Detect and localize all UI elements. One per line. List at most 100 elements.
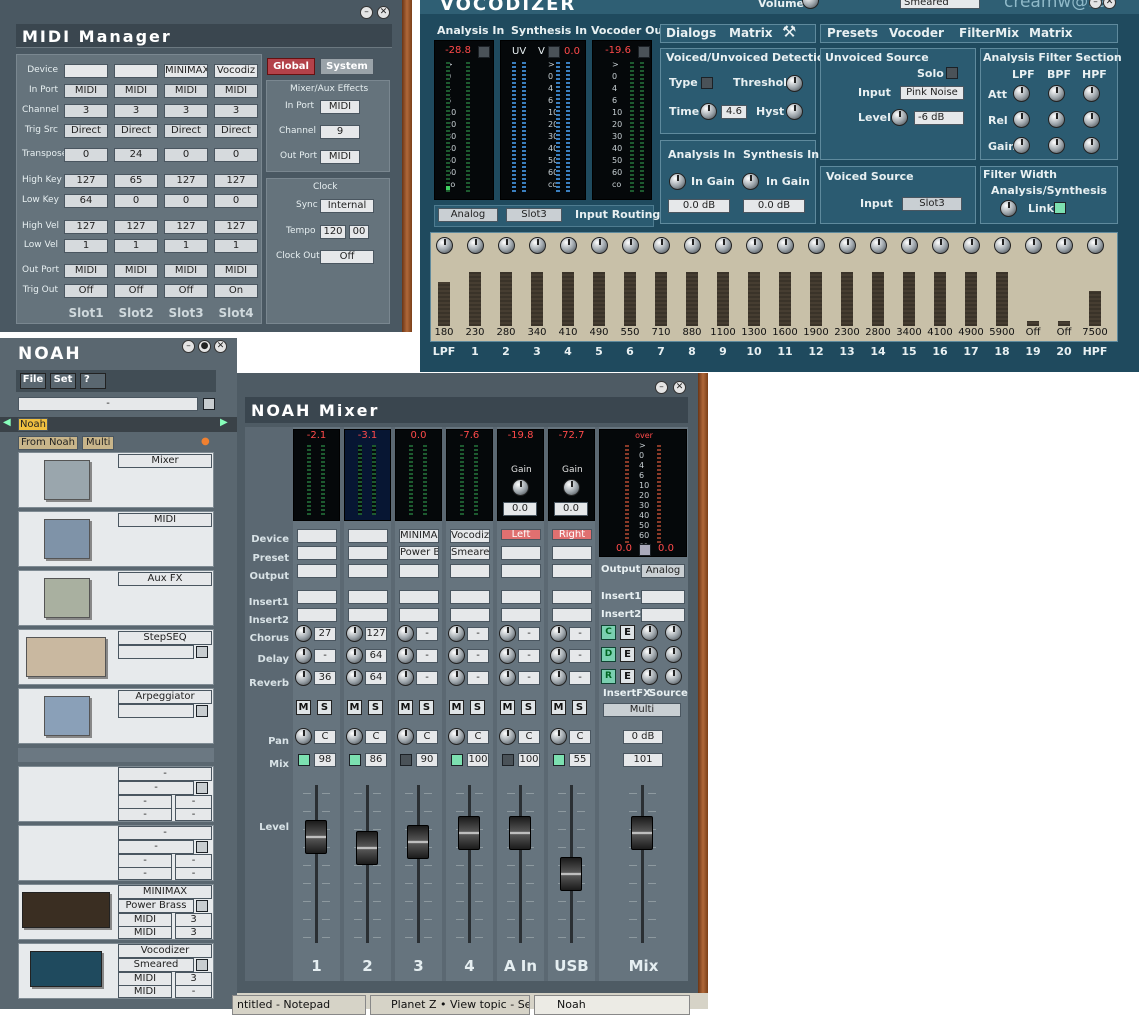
noah-slot-name[interactable]: Aux FX <box>118 572 212 586</box>
ch-3-output-field[interactable] <box>399 564 439 578</box>
ch-usb-fader-cap[interactable] <box>560 856 582 891</box>
ch-a-in-pan-knob[interactable] <box>499 728 516 745</box>
slot3-device-field[interactable]: MINIMAX <box>164 64 208 78</box>
device-port2[interactable]: MIDI <box>118 926 172 939</box>
ch-3-preset-field[interactable]: Power B <box>399 546 439 560</box>
ch-usb-mix-field[interactable]: 55 <box>569 753 591 767</box>
band-16-bar[interactable] <box>934 272 946 326</box>
ch-a-in-delay-field[interactable]: - <box>518 649 540 663</box>
ch-2-fader-cap[interactable] <box>356 830 378 865</box>
ch-1-chorus-knob[interactable] <box>295 625 312 642</box>
vocoder-out-clip-button[interactable] <box>638 46 650 58</box>
close-icon[interactable]: ✕ <box>214 340 227 353</box>
ch-2-device-field[interactable] <box>348 529 388 543</box>
band-17-knob[interactable] <box>963 237 980 254</box>
ch-4-mix-field[interactable]: 100 <box>467 753 489 767</box>
slot2-low-key-field[interactable]: 0 <box>114 194 158 208</box>
ch-2-mix-toggle[interactable] <box>349 754 361 766</box>
ch-1-delay-knob[interactable] <box>295 647 312 664</box>
ch-a-in-output-field[interactable] <box>501 564 541 578</box>
noah-slot-name[interactable]: MIDI <box>118 513 212 527</box>
master-fader-cap[interactable] <box>631 816 653 850</box>
ch-1-delay-field[interactable]: - <box>314 649 336 663</box>
right-arrow-icon[interactable]: ▶ <box>220 417 228 428</box>
ch-4-mute-button[interactable]: M <box>449 700 464 715</box>
slot3-transpose-field[interactable]: 0 <box>164 148 208 162</box>
band-11-bar[interactable] <box>779 272 791 326</box>
synthesis-in-gain-knob[interactable] <box>742 173 759 190</box>
slot4-out-port-field[interactable]: MIDI <box>214 264 258 278</box>
device-channel2[interactable]: - <box>175 985 212 998</box>
slot4-trig-src-field[interactable]: Direct <box>214 124 258 138</box>
voiced-input-field[interactable]: Slot3 <box>902 197 962 211</box>
band-1-bar[interactable] <box>469 272 481 326</box>
master-r_btn-fx-knob[interactable] <box>641 668 658 685</box>
slot2-in-port-field[interactable]: MIDI <box>114 84 158 98</box>
ch-2-pan-knob[interactable] <box>346 728 363 745</box>
ch-1-insert1-field[interactable] <box>297 590 337 604</box>
empty-slot-preset[interactable]: - <box>118 840 194 854</box>
tab-matrix-left[interactable]: Matrix <box>729 26 773 40</box>
ch-usb-delay-knob[interactable] <box>550 647 567 664</box>
slot1-channel-field[interactable]: 3 <box>64 104 108 118</box>
ch-3-mix-toggle[interactable] <box>400 754 412 766</box>
routing-slot-field[interactable]: Slot3 <box>506 208 562 222</box>
slot1-device-field[interactable] <box>64 64 108 78</box>
tab-vocoder[interactable]: Vocoder <box>889 26 944 40</box>
ch-usb-pan-knob[interactable] <box>550 728 567 745</box>
master-d-edit-button[interactable]: E <box>620 647 635 662</box>
band-13-knob[interactable] <box>839 237 856 254</box>
slot1-low-vel-field[interactable]: 1 <box>64 239 108 253</box>
synthesis-gain-field[interactable]: 0.0 dB <box>743 199 805 213</box>
solo-button[interactable] <box>946 67 958 79</box>
taskbar-planet-z[interactable]: Planet Z • View topic - Se... <box>370 995 530 1015</box>
band-hpf-bar[interactable] <box>1089 290 1101 326</box>
device-edit-button[interactable] <box>196 900 208 912</box>
slot1-high-key-field[interactable]: 127 <box>64 174 108 188</box>
slot2-device-field[interactable] <box>114 64 158 78</box>
empty-slot-port2[interactable]: - <box>118 808 172 821</box>
ch-3-insert2-field[interactable] <box>399 608 439 622</box>
master-insert1-field[interactable] <box>641 590 685 604</box>
slot3-high-vel-field[interactable]: 127 <box>164 220 208 234</box>
ch-usb-output-field[interactable] <box>552 564 592 578</box>
band-8-bar[interactable] <box>686 272 698 326</box>
sync-field[interactable]: Internal <box>320 199 374 213</box>
ch-2-chorus-field[interactable]: 127 <box>365 627 387 641</box>
filter-bpf-gain-knob[interactable] <box>1048 137 1065 154</box>
device-edit-button[interactable] <box>196 959 208 971</box>
global-button[interactable]: Global <box>267 58 315 75</box>
preset-field[interactable]: Smeared <box>900 0 980 9</box>
ch-a-in-delay-knob[interactable] <box>499 647 516 664</box>
slot3-low-vel-field[interactable]: 1 <box>164 239 208 253</box>
device-preset[interactable]: Smeared <box>118 958 194 972</box>
top-field[interactable]: - <box>18 397 198 411</box>
master-r_btn-button[interactable]: R <box>601 669 616 684</box>
master-db-field[interactable]: 0 dB <box>623 730 663 744</box>
ch-usb-reverb-knob[interactable] <box>550 669 567 686</box>
ch-4-reverb-knob[interactable] <box>448 669 465 686</box>
close-icon[interactable]: ✕ <box>673 381 686 394</box>
ch-usb-insert2-field[interactable] <box>552 608 592 622</box>
master-r_btn-edit-button[interactable]: E <box>620 669 635 684</box>
ch-a-in-reverb-knob[interactable] <box>499 669 516 686</box>
ch-4-fader-cap[interactable] <box>458 816 480 850</box>
slot4-device-field[interactable]: Vocodiz <box>214 64 258 78</box>
ch-a-in-fader-cap[interactable] <box>509 816 531 850</box>
band-11-knob[interactable] <box>777 237 794 254</box>
noah-slot-name[interactable]: StepSEQ <box>118 631 212 645</box>
empty-slot-edit-button[interactable] <box>196 841 208 853</box>
ch-1-reverb-field[interactable]: 36 <box>314 671 336 685</box>
minimize-icon[interactable]: – <box>655 381 668 394</box>
ch-3-chorus-field[interactable]: - <box>416 627 438 641</box>
ch-1-mix-toggle[interactable] <box>298 754 310 766</box>
ch-4-chorus-field[interactable]: - <box>467 627 489 641</box>
unvoiced-level-knob[interactable] <box>891 109 908 126</box>
band-9-bar[interactable] <box>717 272 729 326</box>
ch-3-pan-field[interactable]: C <box>416 730 438 744</box>
ch-4-insert2-field[interactable] <box>450 608 490 622</box>
band-20-knob[interactable] <box>1056 237 1073 254</box>
empty-slot-port2[interactable]: - <box>118 867 172 880</box>
band-lpf-bar[interactable] <box>438 282 450 326</box>
tab-presets[interactable]: Presets <box>827 26 878 40</box>
